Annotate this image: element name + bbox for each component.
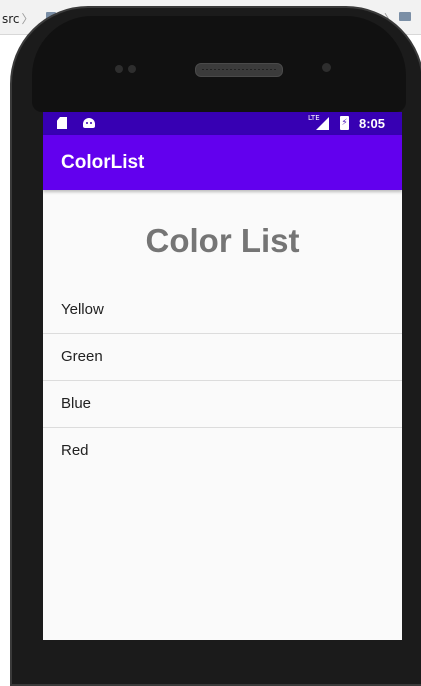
color-list: Yellow Green Blue Red xyxy=(43,287,402,475)
sensor-icon xyxy=(115,65,123,73)
list-item-label: Red xyxy=(61,442,89,459)
list-item-label: Blue xyxy=(61,395,92,412)
battery-charging-icon xyxy=(340,116,349,130)
list-item-yellow[interactable]: Yellow xyxy=(43,287,402,334)
app-bar: ColorList xyxy=(43,135,402,190)
page-heading: Color List xyxy=(145,222,300,259)
list-item-blue[interactable]: Blue xyxy=(43,381,402,428)
earpiece-speaker xyxy=(195,63,283,77)
device-screen: LTE 8:05 ColorList Color List Yellow Gre… xyxy=(43,112,402,640)
folder-icon xyxy=(399,12,411,21)
phone-top-bezel xyxy=(32,16,406,112)
breadcrumb-src[interactable]: src 〉 xyxy=(2,10,34,27)
status-bar: LTE 8:05 xyxy=(43,112,402,135)
sensor-icon xyxy=(128,65,136,73)
list-item-label: Green xyxy=(61,348,103,365)
list-item-green[interactable]: Green xyxy=(43,334,402,381)
sim-card-icon xyxy=(57,117,67,129)
list-item-red[interactable]: Red xyxy=(43,428,402,475)
android-debug-icon xyxy=(83,118,95,128)
network-type-label: LTE xyxy=(308,114,320,122)
app-title: ColorList xyxy=(61,152,145,173)
list-item-label: Yellow xyxy=(61,301,104,318)
front-camera-icon xyxy=(322,63,331,72)
status-time: 8:05 xyxy=(359,116,386,131)
